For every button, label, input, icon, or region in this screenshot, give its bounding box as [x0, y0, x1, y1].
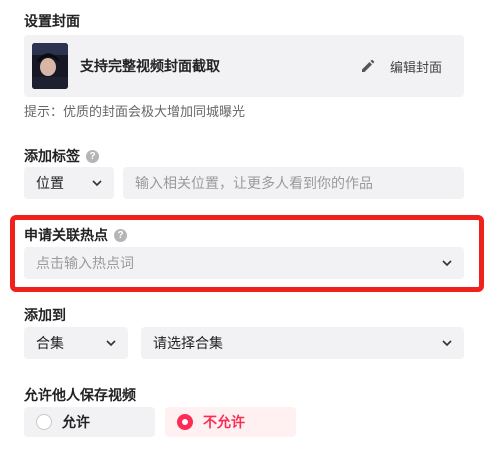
tag-type-value: 位置 [36, 175, 64, 191]
radio-allow-label: 允许 [62, 414, 90, 430]
chevron-down-icon [442, 260, 452, 267]
edit-cover-button[interactable]: 编辑封面 [360, 35, 442, 97]
tags-title-text: 添加标签 [24, 148, 80, 164]
cover-tip: 提示：优质的封面会极大增加同城曝光 [24, 104, 246, 119]
help-circle-icon[interactable]: ? [114, 228, 127, 242]
chevron-down-icon [92, 180, 102, 187]
cover-card[interactable]: 支持完整视频封面截取 编辑封面 [24, 35, 464, 97]
radio-deny-label: 不允许 [203, 414, 245, 430]
radio-unchecked-icon [36, 414, 52, 430]
addto-section-title: 添加到 [24, 305, 66, 325]
collection-select-value: 请选择合集 [153, 335, 223, 351]
cover-section-title: 设置封面 [24, 11, 80, 31]
tags-section-title: 添加标签 ? [24, 146, 99, 166]
radio-deny[interactable]: 不允许 [165, 407, 296, 437]
cover-thumbnail[interactable] [32, 43, 68, 89]
hotspot-input[interactable]: 点击输入热点词 [24, 247, 464, 279]
edit-cover-label: 编辑封面 [389, 59, 442, 75]
addto-type-select[interactable]: 合集 [24, 327, 128, 359]
hotspot-title-text: 申请关联热点 [24, 227, 108, 243]
addto-title-text: 添加到 [24, 307, 66, 323]
chevron-down-icon [442, 340, 452, 347]
help-circle-icon[interactable]: ? [86, 149, 99, 163]
pencil-icon [361, 59, 375, 72]
tag-type-select[interactable]: 位置 [24, 167, 114, 199]
cover-image-icon [32, 43, 68, 89]
location-input[interactable]: 输入相关位置，让更多人看到你的作品 [123, 167, 464, 199]
radio-allow[interactable]: 允许 [24, 407, 155, 437]
chevron-down-icon [106, 340, 116, 347]
cover-description: 支持完整视频封面截取 [80, 58, 220, 74]
save-section-title: 允许他人保存视频 [24, 385, 136, 405]
collection-select[interactable]: 请选择合集 [141, 327, 464, 359]
hotspot-section-title: 申请关联热点 ? [24, 225, 127, 245]
location-input-placeholder: 输入相关位置，让更多人看到你的作品 [135, 175, 373, 191]
save-title-text: 允许他人保存视频 [24, 387, 136, 403]
addto-type-value: 合集 [36, 335, 64, 351]
cover-title-text: 设置封面 [24, 13, 80, 29]
radio-checked-icon [177, 414, 193, 430]
hotspot-placeholder: 点击输入热点词 [36, 255, 134, 271]
